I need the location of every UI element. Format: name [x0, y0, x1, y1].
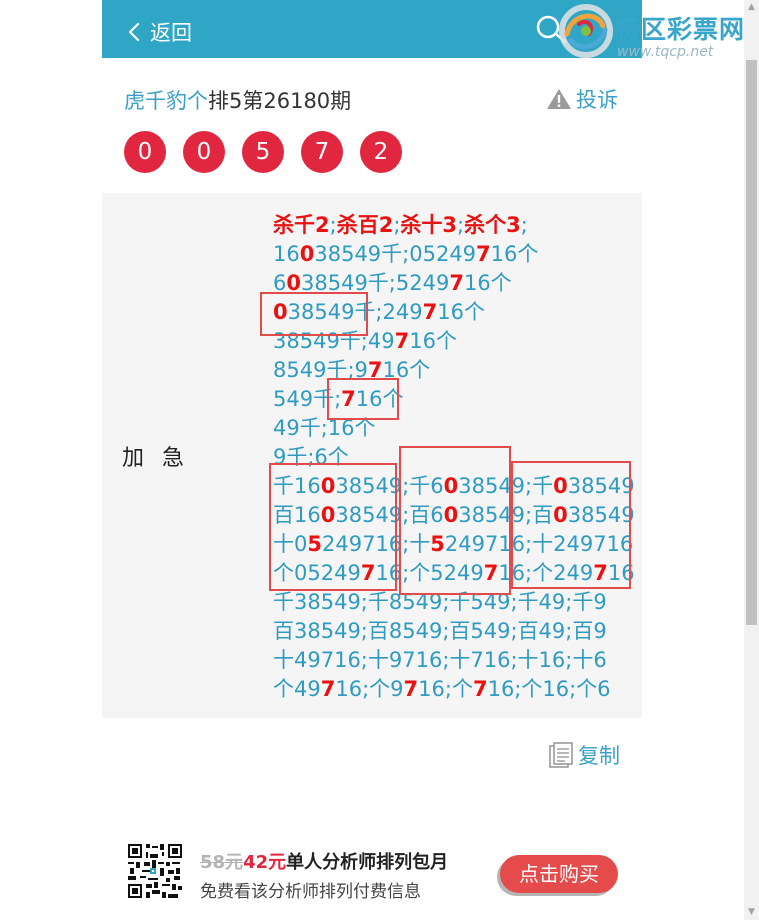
- issue-name: 排5第26180期: [208, 89, 352, 113]
- sale-price: 42元: [243, 852, 287, 873]
- highlight-box: [260, 292, 368, 336]
- promo-product: 单人分析师排列包月: [286, 852, 449, 873]
- chevron-left-icon: [128, 22, 140, 42]
- prediction-line: 百38549;百8549;百549;百49;百9: [273, 617, 635, 646]
- highlight-box: [327, 378, 399, 420]
- brand-name: 特区彩票网: [615, 15, 746, 44]
- prediction-text: 16个: [463, 271, 512, 295]
- prediction-text: 38549千;05249: [314, 242, 477, 266]
- scrollbar-thumb[interactable]: [746, 60, 757, 625]
- warning-icon: [547, 89, 571, 109]
- draw-ball: 7: [301, 131, 343, 173]
- back-label: 返回: [150, 21, 192, 45]
- prediction-text: 16个: [409, 329, 457, 353]
- scroll-down-arrow-icon[interactable]: ▼: [744, 905, 759, 920]
- kill-item: 杀十3: [400, 213, 458, 237]
- highlight-box: [399, 446, 511, 595]
- buy-button[interactable]: 点击购买: [500, 855, 618, 893]
- promo-subtitle: 免费看该分析师排列付费信息: [200, 882, 421, 902]
- prediction-panel: 加急 杀千2;杀百2;杀十3;杀个3; 16038549千;05249716个 6…: [102, 193, 642, 718]
- highlighted-digit: 7: [320, 677, 336, 701]
- copy-button[interactable]: 复制: [547, 740, 620, 770]
- highlighted-digit: 7: [449, 271, 464, 295]
- draw-number-balls: 0 0 5 7 2: [124, 131, 419, 173]
- kill-item: 杀个3: [464, 213, 521, 237]
- prediction-text: 16个: [490, 242, 539, 266]
- highlighted-digit: 7: [476, 242, 491, 266]
- draw-ball: 2: [360, 131, 402, 173]
- highlighted-digit: 0: [299, 242, 315, 266]
- brand-url: www.tqcp.net: [617, 44, 714, 60]
- site-watermark-logo: 特区彩票网 www.tqcp.net: [557, 2, 757, 62]
- highlighted-digit: 7: [472, 677, 488, 701]
- complaint-label: 投诉: [576, 88, 618, 112]
- back-button[interactable]: 返回: [124, 17, 192, 47]
- qr-code-icon: [126, 842, 184, 900]
- promo-title: 58元42元单人分析师排列包月: [200, 848, 448, 874]
- swirl-logo-icon: [559, 4, 613, 58]
- prediction-text: 十49716;十9716;十716;十16;十6: [273, 648, 607, 672]
- highlighted-digit: 7: [403, 677, 419, 701]
- prediction-text: 16个: [437, 300, 485, 324]
- draw-ball: 5: [242, 131, 284, 173]
- highlight-box: [511, 461, 631, 589]
- highlighted-digit: 7: [422, 300, 438, 324]
- prediction-text: 16;个: [418, 677, 473, 701]
- prediction-line: 16038549千;05249716个: [273, 240, 635, 269]
- highlight-box: [269, 463, 397, 591]
- prediction-text: 16;个9: [335, 677, 404, 701]
- mobile-page: 返回 特区彩票网 www.tqcp.net 虎千豹个排5第26180期 投诉 0…: [102, 0, 744, 920]
- copy-document-icon: [549, 742, 573, 768]
- kill-item: 杀千2: [273, 213, 330, 237]
- section-label: 加急: [122, 446, 203, 471]
- draw-ball: 0: [124, 131, 166, 173]
- copy-label: 复制: [578, 744, 620, 768]
- prediction-line: 个49716;个9716;个716;个16;个6: [273, 675, 635, 704]
- kill-line: 杀千2;杀百2;杀十3;杀个3;: [273, 213, 528, 237]
- issue-title: 虎千豹个排5第26180期: [124, 85, 351, 115]
- highlighted-digit: 7: [394, 329, 410, 353]
- draw-ball: 0: [183, 131, 225, 173]
- original-price: 58元: [200, 852, 244, 873]
- prediction-text: 个49: [273, 677, 321, 701]
- prediction-text: 百38549;百8549;百549;百49;百9: [273, 619, 607, 643]
- prediction-line: 十49716;十9716;十716;十16;十6: [273, 646, 635, 675]
- kill-item: 杀百2: [336, 213, 394, 237]
- complaint-button[interactable]: 投诉: [546, 84, 618, 114]
- author-link[interactable]: 虎千豹个: [124, 89, 208, 113]
- prediction-text: 16: [273, 242, 300, 266]
- promo-banner: 58元42元单人分析师排列包月 免费看该分析师排列付费信息 点击购买: [126, 842, 626, 902]
- prediction-text: 16;个16;个6: [487, 677, 611, 701]
